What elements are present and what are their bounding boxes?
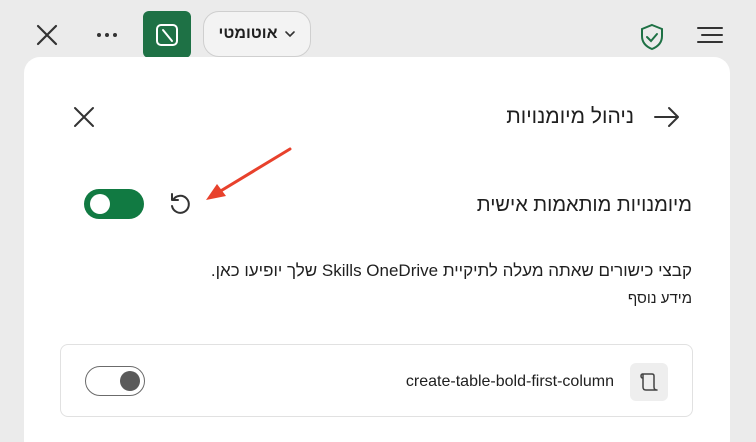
toggle-knob [120,371,140,391]
custom-skills-toggle[interactable] [84,189,144,219]
panel-title: ניהול מיומנויות [506,105,634,128]
more-icon[interactable] [92,20,122,50]
chevron-down-icon [284,31,295,38]
annotation-arrow-icon [206,147,292,200]
refresh-icon[interactable] [166,190,194,218]
app-icon [156,23,178,46]
menu-icon[interactable] [694,20,726,50]
more-info-link[interactable]: מידע נוסף [628,290,692,307]
shield-icon[interactable] [638,22,666,52]
manage-skills-panel: ניהול מיומנויות מיומנויות מותאמות אישית … [24,57,730,442]
skill-file-icon [630,363,668,401]
skill-toggle[interactable] [85,366,145,396]
mode-dropdown-label: אוטומטי [218,25,278,42]
close-icon[interactable] [32,20,62,50]
skill-name: create-table-bold-first-column [405,373,614,390]
app-button[interactable] [143,11,191,58]
toggle-knob [90,194,110,214]
skills-description: קבצי כישורים שאתה מעלה לתיקיית Skills On… [210,261,692,280]
mode-dropdown[interactable]: אוטומטי [203,11,311,57]
custom-skills-label: מיומנויות מותאמות אישית [476,194,692,216]
panel-close-icon[interactable] [70,103,98,131]
skill-card: create-table-bold-first-column [60,344,693,417]
back-arrow-icon[interactable] [652,103,682,131]
